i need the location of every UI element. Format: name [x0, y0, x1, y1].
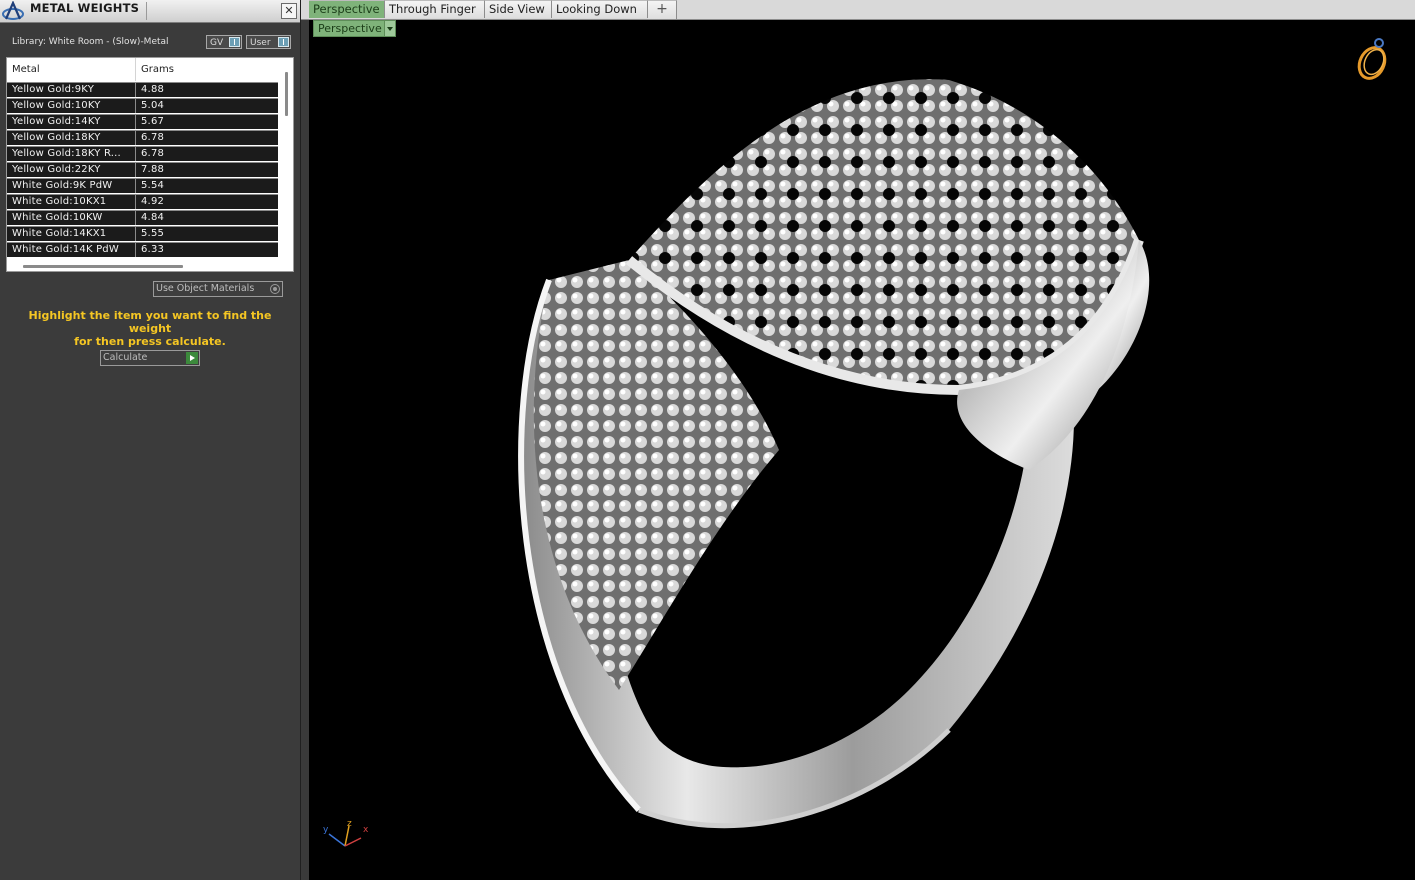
instruction-line-1: Highlight the item you want to find the …	[28, 309, 272, 335]
table-row[interactable]: Yellow Gold:14KY 5.67	[7, 114, 278, 129]
axis-label-x: x	[363, 825, 369, 835]
metal-name-cell: Yellow Gold:18KY R...	[12, 148, 121, 159]
axis-label-z: z	[347, 820, 352, 829]
title-divider	[146, 2, 147, 20]
gv-toggle[interactable]: GV	[206, 35, 242, 49]
grams-cell: 4.92	[141, 196, 165, 207]
tab-side-view[interactable]: Side View	[485, 0, 552, 18]
3d-viewport[interactable]: Perspective y z x	[309, 20, 1415, 880]
ring-render-icon[interactable]	[1352, 35, 1392, 83]
grams-cell: 6.78	[141, 132, 165, 143]
library-label: Library: White Room - (Slow)-Metal	[12, 37, 169, 47]
column-divider	[135, 115, 136, 129]
table-row[interactable]: Yellow Gold:18KY 6.78	[7, 130, 278, 145]
header-divider	[135, 58, 136, 81]
instruction-text: Highlight the item you want to find the …	[10, 309, 290, 348]
user-toggle[interactable]: User	[246, 35, 291, 49]
user-toggle-switch-icon[interactable]	[278, 37, 289, 47]
metal-name-cell: White Gold:14K PdW	[12, 244, 119, 255]
column-divider	[135, 179, 136, 193]
column-divider	[135, 147, 136, 161]
table-row[interactable]: White Gold:14KX1 5.55	[7, 226, 278, 241]
metal-weights-table[interactable]: Metal Grams Yellow Gold:9KY 4.88 Yellow Go…	[6, 57, 294, 272]
radio-icon[interactable]	[270, 284, 280, 294]
column-divider	[135, 99, 136, 113]
gv-toggle-switch-icon[interactable]	[229, 37, 240, 47]
panel-titlebar: METAL WEIGHTS ✕	[0, 0, 300, 23]
column-divider	[135, 211, 136, 225]
close-button[interactable]: ✕	[281, 3, 297, 19]
grams-cell: 6.78	[141, 148, 165, 159]
grams-cell: 4.84	[141, 212, 165, 223]
view-mode-label: Perspective	[318, 22, 382, 35]
grams-cell: 6.33	[141, 244, 165, 255]
vertical-scrollbar[interactable]	[285, 72, 288, 116]
use-object-materials-label: Use Object Materials	[156, 283, 255, 294]
table-row[interactable]: White Gold:14K PdW 6.33	[7, 242, 278, 257]
app-logo-icon	[2, 1, 24, 20]
gv-toggle-label: GV	[210, 38, 224, 48]
metal-name-cell: Yellow Gold:14KY	[12, 116, 101, 127]
table-row[interactable]: White Gold:10KX1 4.92	[7, 194, 278, 209]
column-divider	[135, 195, 136, 209]
grams-cell: 7.88	[141, 164, 165, 175]
view-tab-bar: Perspective Through Finger Side View Loo…	[301, 0, 1415, 20]
metal-name-cell: White Gold:10KX1	[12, 196, 107, 207]
user-toggle-label: User	[250, 38, 271, 48]
column-divider	[135, 163, 136, 177]
metal-name-cell: White Gold:10KW	[12, 212, 103, 223]
calculate-label: Calculate	[103, 352, 148, 363]
metal-name-cell: White Gold:14KX1	[12, 228, 107, 239]
table-row[interactable]: Yellow Gold:9KY 4.88	[7, 82, 278, 97]
grams-cell: 4.88	[141, 84, 165, 95]
tab-through-finger[interactable]: Through Finger	[385, 0, 485, 18]
table-row[interactable]: Yellow Gold:10KY 5.04	[7, 98, 278, 113]
metal-weights-panel: METAL WEIGHTS ✕ Library: White Room - (S…	[0, 0, 301, 880]
axis-gizmo-icon: y z x	[323, 820, 369, 847]
metal-name-cell: Yellow Gold:9KY	[12, 84, 94, 95]
grams-cell: 5.54	[141, 180, 165, 191]
column-divider	[135, 83, 136, 97]
instruction-line-2: for then press calculate.	[74, 335, 226, 348]
view-mode-dropdown[interactable]: Perspective	[313, 20, 396, 37]
ring-model[interactable]	[489, 50, 1289, 840]
calculate-button[interactable]: Calculate	[100, 350, 200, 366]
column-divider	[135, 131, 136, 145]
horizontal-scrollbar[interactable]	[23, 265, 183, 268]
table-row[interactable]: Yellow Gold:22KY 7.88	[7, 162, 278, 177]
play-arrow-icon[interactable]	[186, 352, 198, 364]
metal-name-cell: White Gold:9K PdW	[12, 180, 113, 191]
header-grams[interactable]: Grams	[141, 64, 174, 75]
metal-name-cell: Yellow Gold:18KY	[12, 132, 101, 143]
chevron-down-icon[interactable]	[384, 21, 395, 36]
grams-cell: 5.04	[141, 100, 165, 111]
panel-title: METAL WEIGHTS	[30, 1, 140, 15]
column-divider	[135, 243, 136, 257]
metal-name-cell: Yellow Gold:22KY	[12, 164, 101, 175]
tab-perspective[interactable]: Perspective	[309, 0, 385, 18]
axis-label-y: y	[323, 825, 329, 835]
grams-cell: 5.67	[141, 116, 165, 127]
table-row[interactable]: Yellow Gold:18KY R... 6.78	[7, 146, 278, 161]
table-row[interactable]: White Gold:10KW 4.84	[7, 210, 278, 225]
column-divider	[135, 227, 136, 241]
grams-cell: 5.55	[141, 228, 165, 239]
metal-name-cell: Yellow Gold:10KY	[12, 100, 101, 111]
table-header: Metal Grams	[7, 58, 278, 81]
add-tab-button[interactable]: +	[648, 0, 677, 19]
tab-looking-down[interactable]: Looking Down	[552, 0, 648, 18]
header-metal[interactable]: Metal	[12, 64, 40, 75]
use-object-materials-field[interactable]: Use Object Materials	[153, 281, 283, 297]
table-row[interactable]: White Gold:9K PdW 5.54	[7, 178, 278, 193]
